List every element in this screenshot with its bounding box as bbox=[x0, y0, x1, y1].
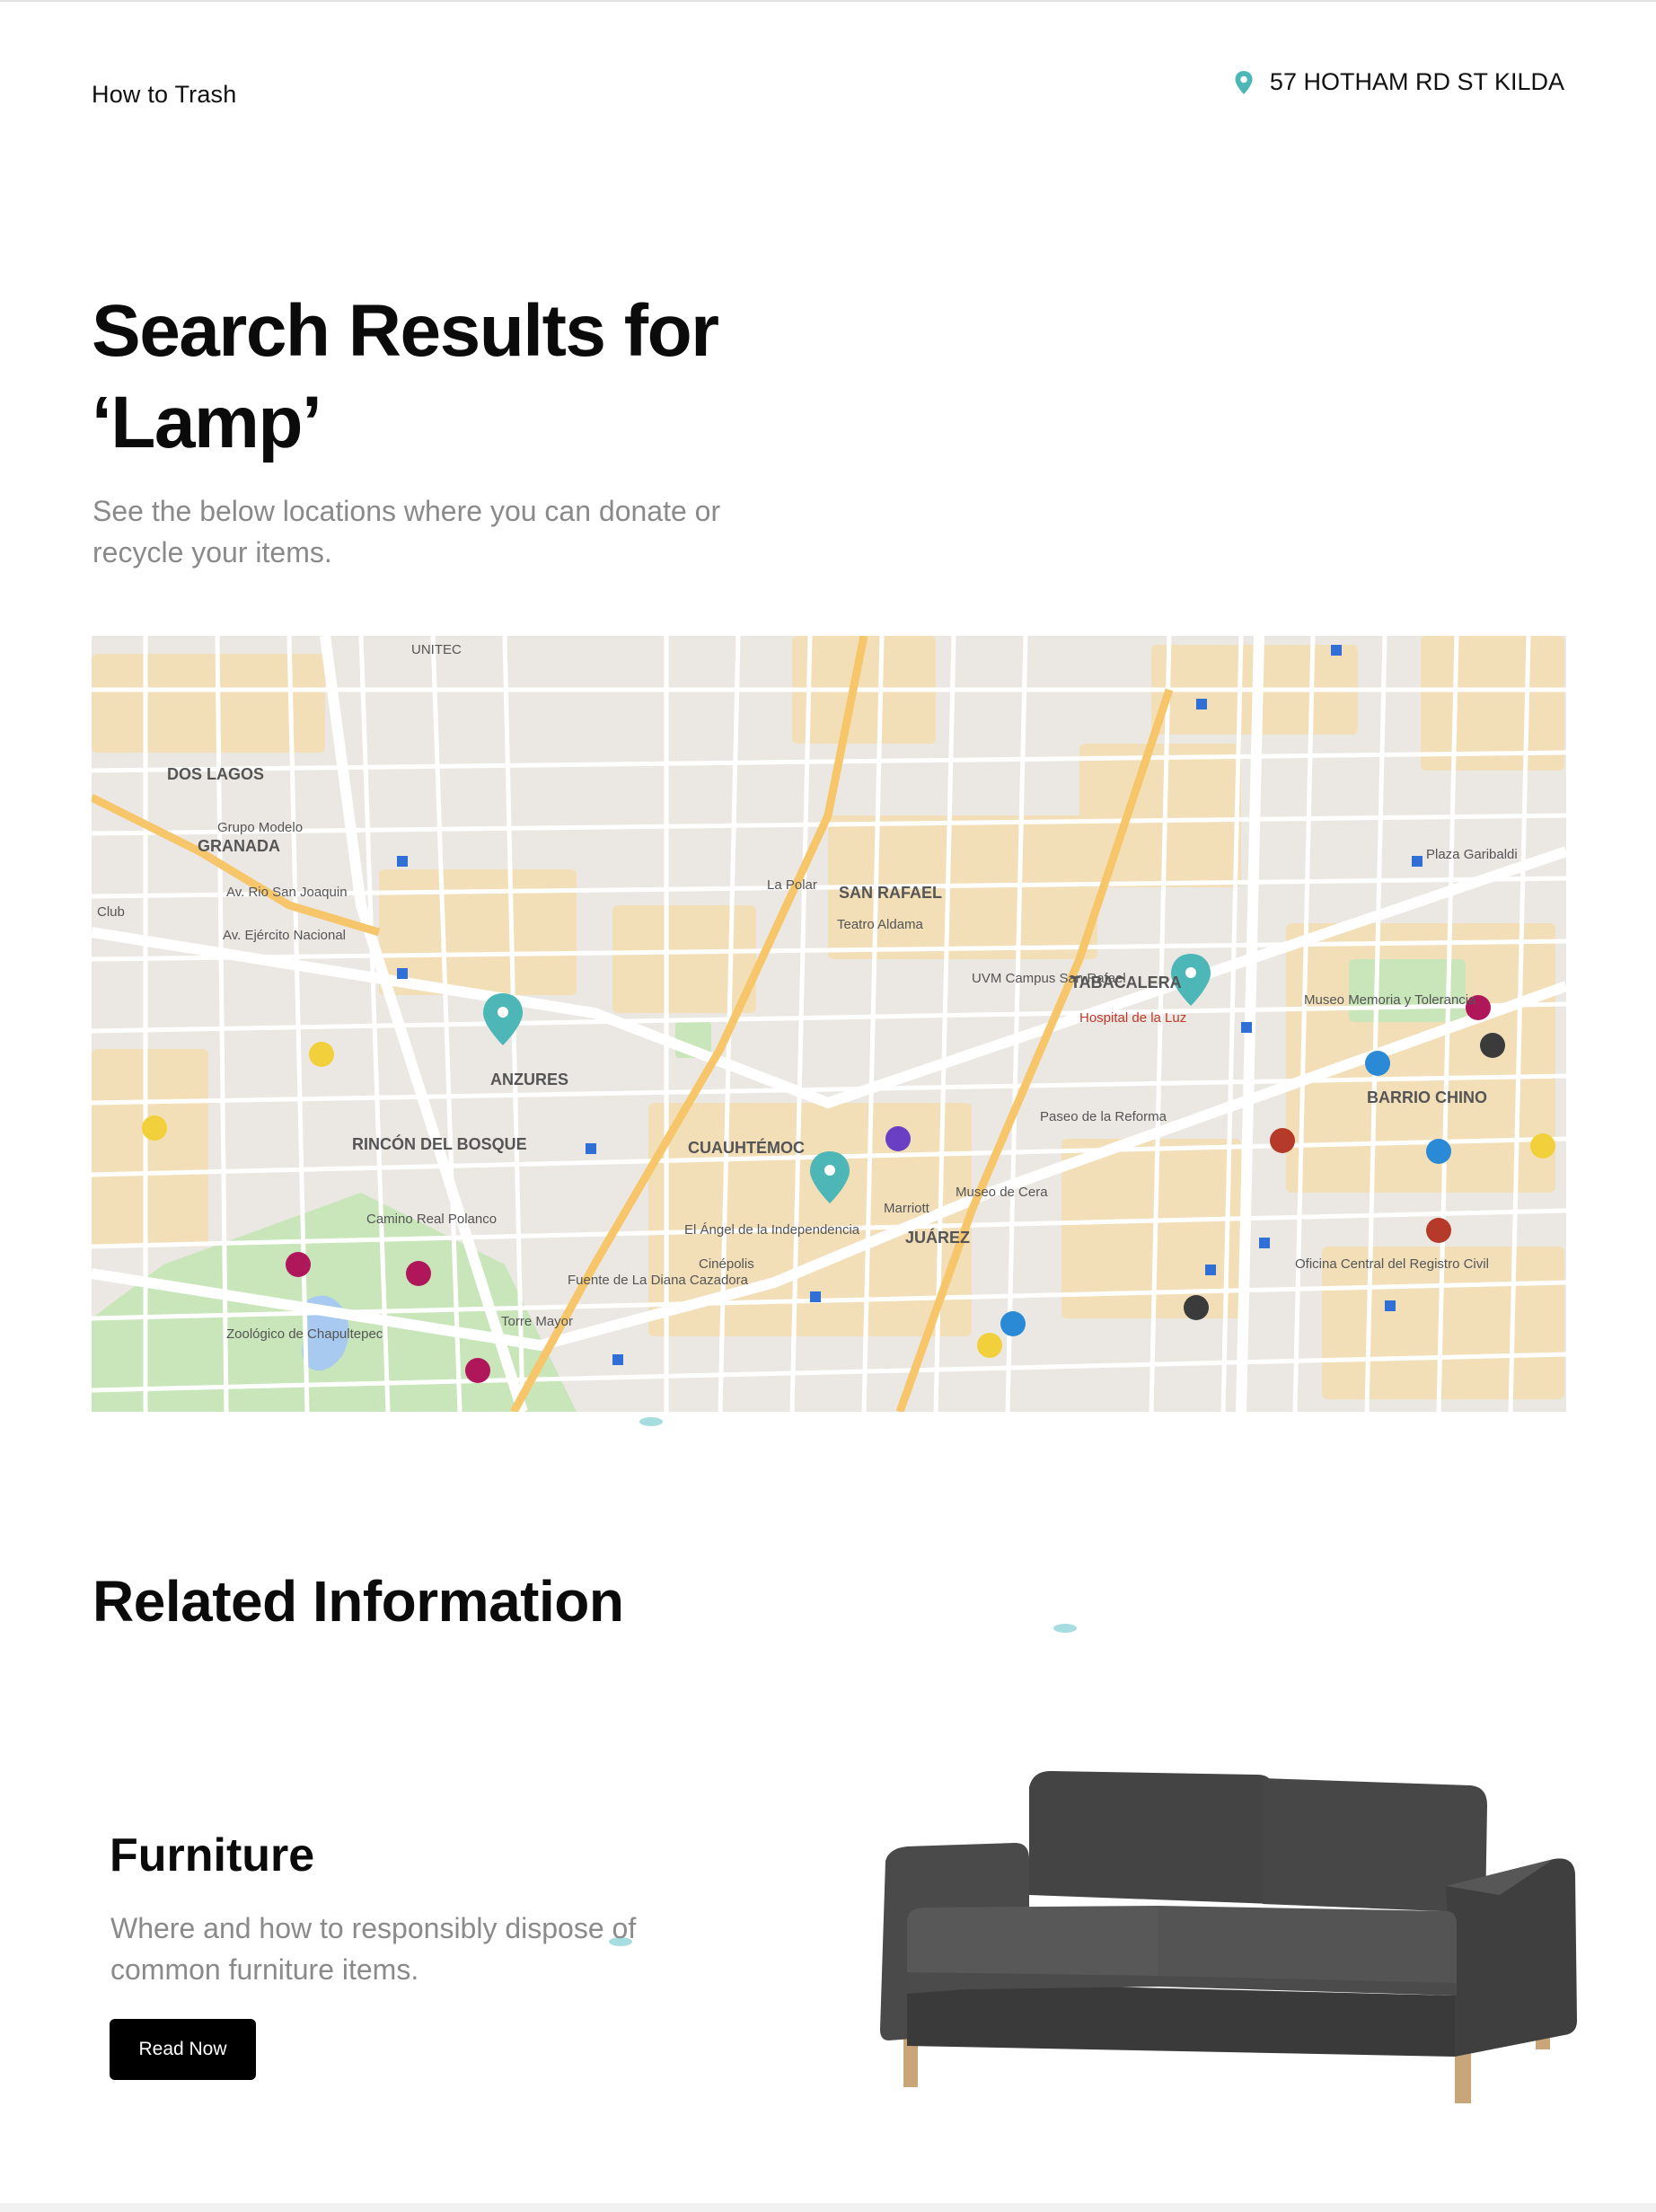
map-label-torre-mayor: Torre Mayor bbox=[501, 1314, 573, 1329]
map-label-marriott: Marriott bbox=[884, 1201, 930, 1216]
map-scroll-indicator bbox=[639, 1417, 663, 1426]
map-label-club: Club bbox=[97, 904, 125, 920]
card-description: Where and how to responsibly dispose of … bbox=[110, 1912, 637, 1986]
map-label-reforma: Paseo de la Reforma bbox=[1040, 1109, 1167, 1124]
map-label-museo-memoria: Museo Memoria y Tolerancia bbox=[1304, 992, 1476, 1008]
map-label-rincon: RINCÓN DEL BOSQUE bbox=[352, 1134, 527, 1153]
location-text: 57 HOTHAM RD ST KILDA bbox=[1269, 68, 1564, 95]
map-label-san-rafael: SAN RAFAEL bbox=[839, 884, 942, 902]
map-label-juarez: JUÁREZ bbox=[905, 1228, 970, 1247]
map-label-dos-lagos: DOS LAGOS bbox=[167, 765, 264, 783]
map-label-teatro: Teatro Aldama bbox=[837, 917, 924, 932]
map-label-barrio-chino: BARRIO CHINO bbox=[1367, 1088, 1487, 1106]
card-title: Furniture bbox=[110, 1829, 315, 1882]
map-label-camino-real: Camino Real Polanco bbox=[366, 1212, 497, 1227]
map-label-granada: GRANADA bbox=[198, 837, 280, 855]
map-label-zoologico: Zoológico de Chapultepec bbox=[226, 1326, 383, 1342]
sofa-image bbox=[880, 1771, 1577, 2103]
map-label-fuente: Fuente de La Diana Cazadora bbox=[568, 1273, 749, 1288]
decorative-dot bbox=[1053, 1624, 1077, 1633]
map-label-oficina: Oficina Central del Registro Civil bbox=[1295, 1256, 1489, 1272]
map-label-av-ejercito: Av. Ejército Nacional bbox=[223, 928, 346, 943]
site-logo[interactable]: How to Trash bbox=[92, 81, 236, 109]
map-pin-icon bbox=[1235, 70, 1253, 94]
map-label-cuauhtemoc: CUAUHTÉMOC bbox=[688, 1138, 805, 1157]
location-selector[interactable]: 57 HOTHAM RD ST KILDA bbox=[1234, 68, 1564, 96]
map-label-uvm: UVM Campus San Rafael bbox=[972, 971, 1126, 986]
top-divider bbox=[0, 0, 1656, 2]
bottom-divider bbox=[0, 2203, 1656, 2212]
map-label-cinepolis: Cinépolis bbox=[699, 1256, 754, 1272]
map-label-hospital: Hospital de la Luz bbox=[1079, 1010, 1186, 1026]
results-map[interactable]: DOS LAGOS GRANADA SAN RAFAEL TABACALERA … bbox=[92, 636, 1566, 1412]
map-label-museo-cera: Museo de Cera bbox=[956, 1185, 1048, 1200]
map-canvas[interactable]: DOS LAGOS GRANADA SAN RAFAEL TABACALERA … bbox=[92, 636, 1566, 1412]
page-subtitle: See the below locations where you can do… bbox=[92, 495, 721, 568]
map-label-la-polar: La Polar bbox=[767, 877, 817, 893]
related-title: Related Information bbox=[92, 1569, 624, 1634]
map-label-plaza-garibaldi: Plaza Garibaldi bbox=[1426, 847, 1518, 862]
map-label-anzures: ANZURES bbox=[490, 1071, 568, 1088]
read-now-button[interactable]: Read Now bbox=[110, 2019, 256, 2080]
map-label-angel: El Ángel de la Independencia bbox=[684, 1222, 860, 1238]
map-label-av-rio: Av. Rio San Joaquin bbox=[226, 885, 348, 900]
page-title: Search Results for ‘Lamp’ bbox=[92, 290, 719, 463]
map-label-grupo-modelo: Grupo Modelo bbox=[217, 820, 303, 835]
map-label-unitec: UNITEC bbox=[411, 642, 462, 657]
